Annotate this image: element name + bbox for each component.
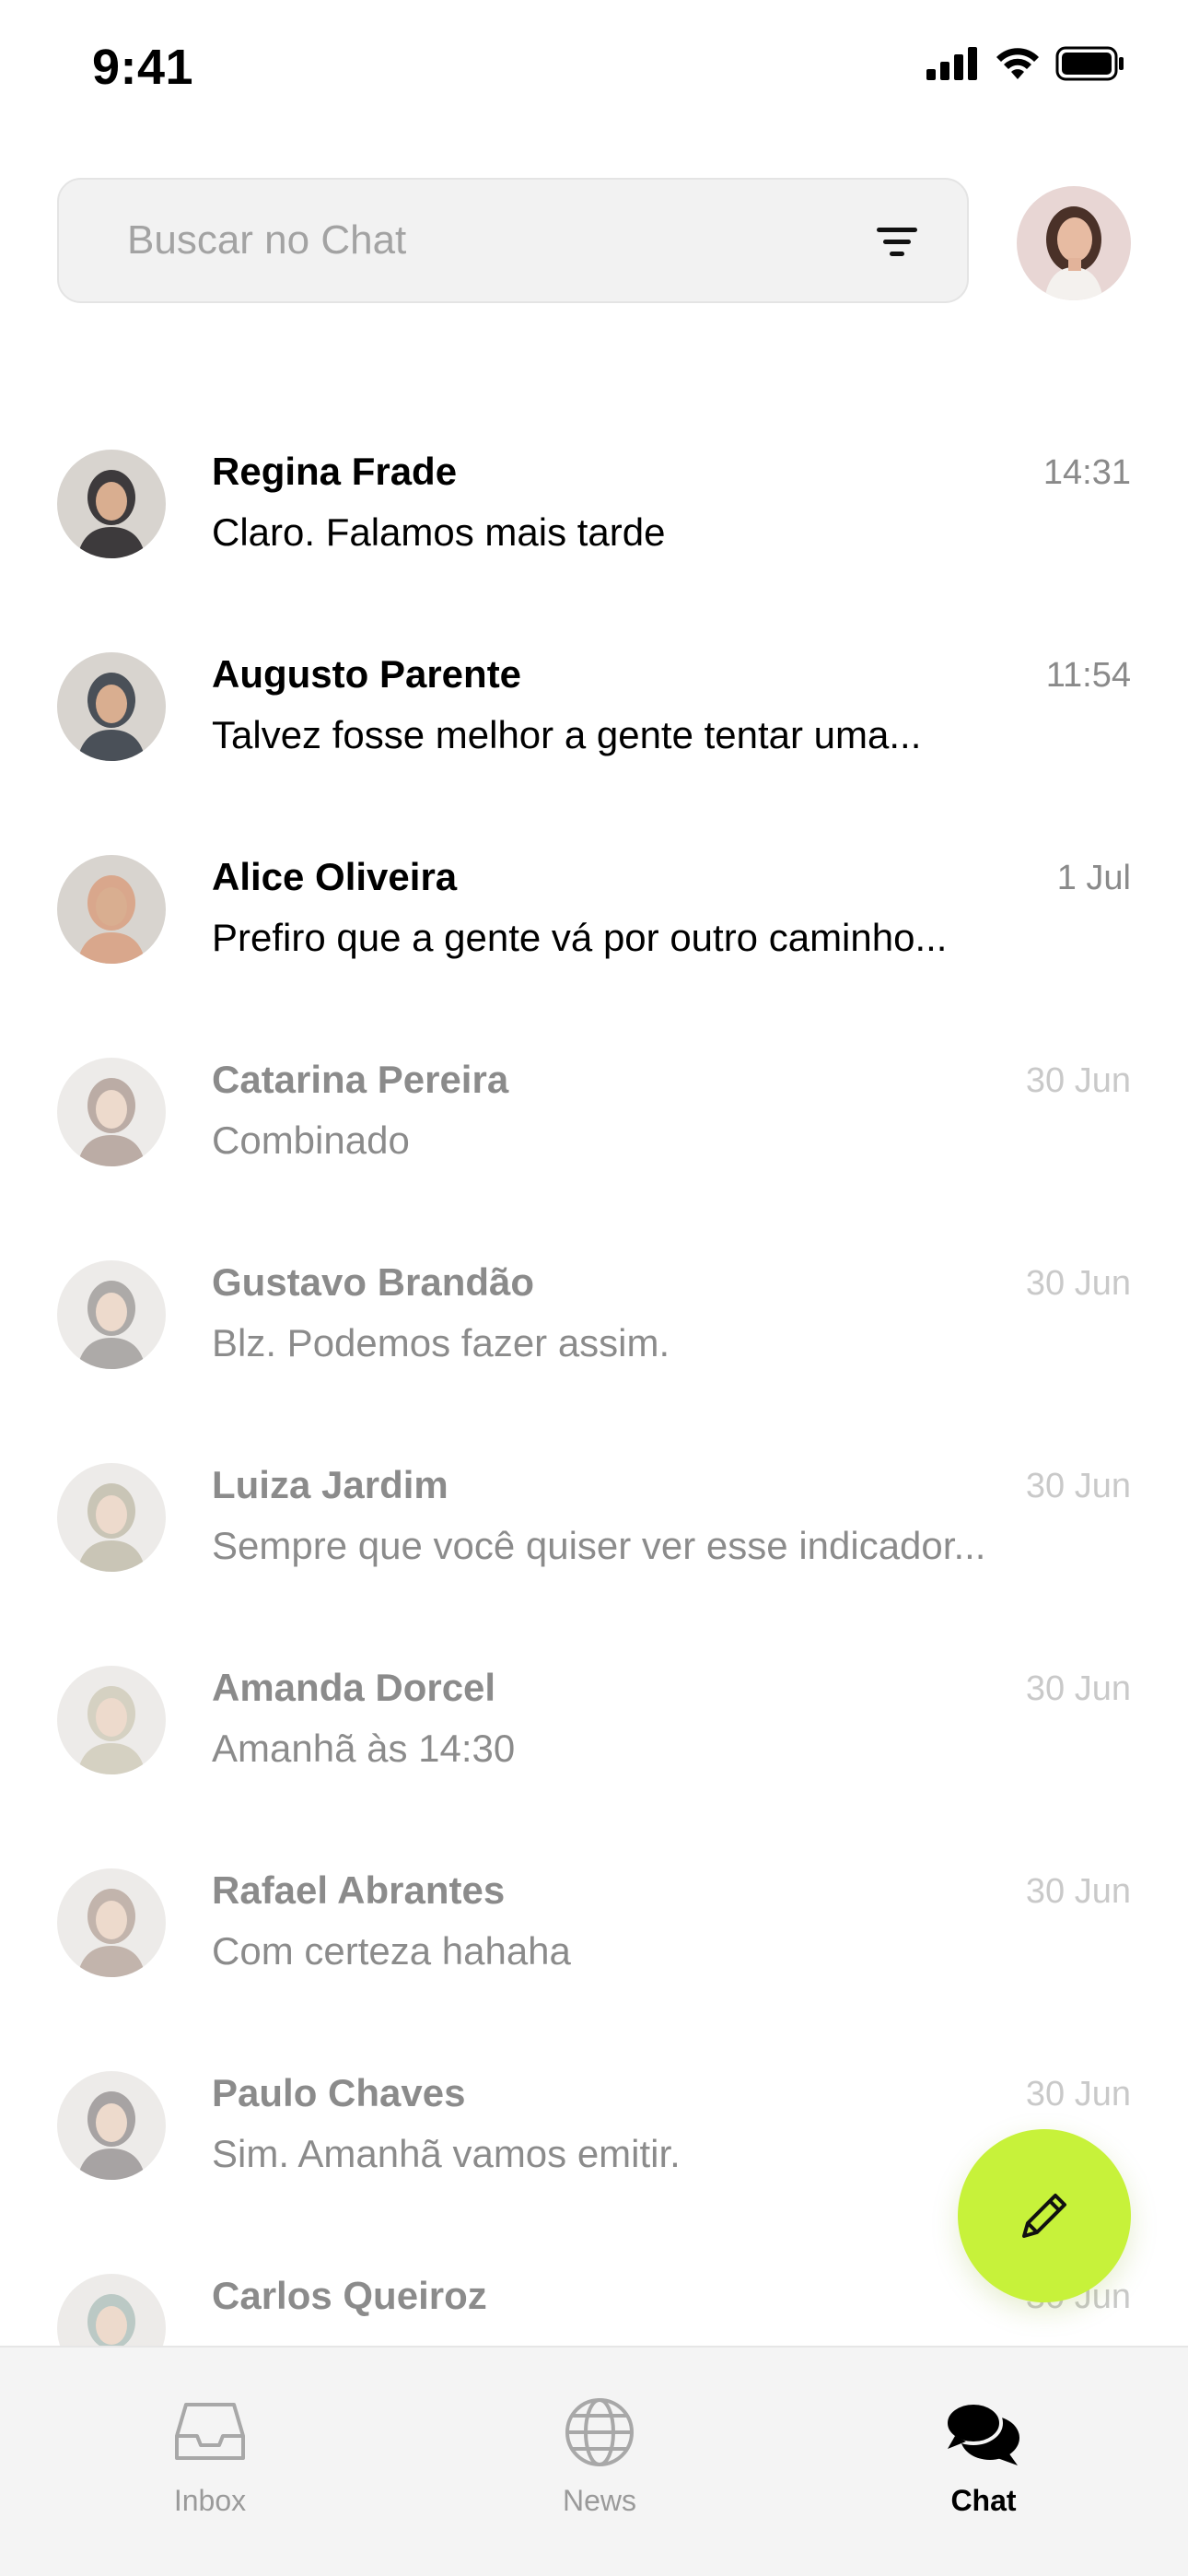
cellular-signal-icon [926, 47, 977, 80]
filter-button[interactable] [871, 217, 923, 268]
contact-name: Alice Oliveira [212, 855, 458, 898]
search-input[interactable] [127, 180, 864, 301]
message-preview: Combinado [212, 1118, 410, 1162]
message-preview: Prefiro que a gente vá por outro caminho… [212, 916, 948, 959]
contact-avatar [57, 450, 166, 558]
chat-list-item[interactable]: Alice Oliveira 1 Jul Prefiro que a gente v… [0, 846, 1188, 1048]
tab-news[interactable]: News [489, 2394, 710, 2532]
status-bar: 9:41 [0, 0, 1188, 138]
message-timestamp: 30 Jun [1025, 1669, 1131, 1708]
message-preview: Blz. Podemos fazer assim. [212, 1321, 670, 1364]
status-time: 9:41 [92, 40, 194, 95]
message-timestamp: 30 Jun [1025, 1872, 1131, 1911]
contact-name: Gustavo Brandão [212, 1260, 535, 1304]
status-icons [926, 46, 1125, 81]
message-preview: Com certeza hahaha [212, 1929, 571, 1973]
chat-list-item[interactable]: Augusto Parente 11:54 Talvez fosse melhor … [0, 643, 1188, 846]
contact-avatar [57, 2071, 166, 2180]
compose-button[interactable] [958, 2129, 1131, 2302]
globe-icon [558, 2394, 641, 2471]
battery-icon [1055, 46, 1124, 81]
chat-list-item[interactable]: Gustavo Brandão 30 Jun Blz. Podemos fazer … [0, 1251, 1188, 1454]
contact-name: Catarina Pereira [212, 1058, 509, 1101]
message-preview: Sempre que você quiser ver esse indicado… [212, 1524, 986, 1567]
pencil-icon [1022, 2194, 1066, 2238]
contact-avatar [57, 1058, 166, 1166]
contact-name: Paulo Chaves [212, 2071, 466, 2114]
contact-name: Augusto Parente [212, 652, 522, 696]
tab-bar: Inbox News Chat [0, 2346, 1188, 2576]
contact-name: Luiza Jardim [212, 1463, 448, 1506]
search-bar [57, 178, 969, 303]
chat-list-item[interactable]: Luiza Jardim 30 Jun Sempre que você quiser… [0, 1454, 1188, 1657]
message-preview: Claro. Falamos mais tarde [212, 510, 666, 554]
message-timestamp: 30 Jun [1025, 1467, 1131, 1505]
chat-screen: 9:41 Buscar no Chat Regina Frade 14:31 C… [0, 0, 1188, 2576]
contact-avatar [57, 855, 166, 964]
contact-avatar [57, 1463, 166, 1572]
chat-list-item[interactable]: Regina Frade 14:31 Claro. Falamos mais tar… [0, 440, 1188, 643]
wifi-icon [996, 48, 1039, 79]
chat-list-item[interactable]: Amanda Dorcel 30 Jun Amanhã às 14:30 [0, 1657, 1188, 1859]
contact-avatar [57, 1666, 166, 1774]
message-timestamp: 30 Jun [1025, 1264, 1131, 1303]
tab-inbox[interactable]: Inbox [99, 2394, 320, 2532]
tab-label-news: News [562, 2484, 636, 2517]
message-timestamp: 30 Jun [1025, 1061, 1131, 1100]
message-preview: Talvez fosse melhor a gente tentar uma..… [212, 713, 922, 756]
inbox-tray-icon [169, 2394, 251, 2471]
tab-chat[interactable]: Chat [873, 2394, 1094, 2532]
tab-label-chat: Chat [950, 2484, 1017, 2517]
chat-list-item[interactable]: Catarina Pereira 30 Jun Combinado [0, 1048, 1188, 1251]
profile-avatar[interactable] [1017, 186, 1131, 300]
filter-icon [877, 228, 917, 256]
tab-label-inbox: Inbox [173, 2484, 247, 2517]
contact-avatar [57, 1868, 166, 1977]
message-preview: Amanhã às 14:30 [212, 1727, 516, 1770]
contact-name: Carlos Queiroz [212, 2274, 487, 2317]
message-timestamp: 30 Jun [1025, 2075, 1131, 2113]
contact-name: Amanda Dorcel [212, 1666, 496, 1709]
chat-bubbles-icon [942, 2394, 1025, 2471]
message-timestamp: 11:54 [1045, 656, 1131, 695]
message-timestamp: 1 Jul [1056, 859, 1131, 897]
contact-name: Regina Frade [212, 450, 458, 493]
contact-avatar [57, 652, 166, 761]
message-timestamp: 14:31 [1042, 453, 1131, 492]
contact-avatar [57, 1260, 166, 1369]
chat-list-item[interactable]: Rafael Abrantes 30 Jun Com certeza hahaha [0, 1859, 1188, 2062]
contact-name: Rafael Abrantes [212, 1868, 506, 1912]
